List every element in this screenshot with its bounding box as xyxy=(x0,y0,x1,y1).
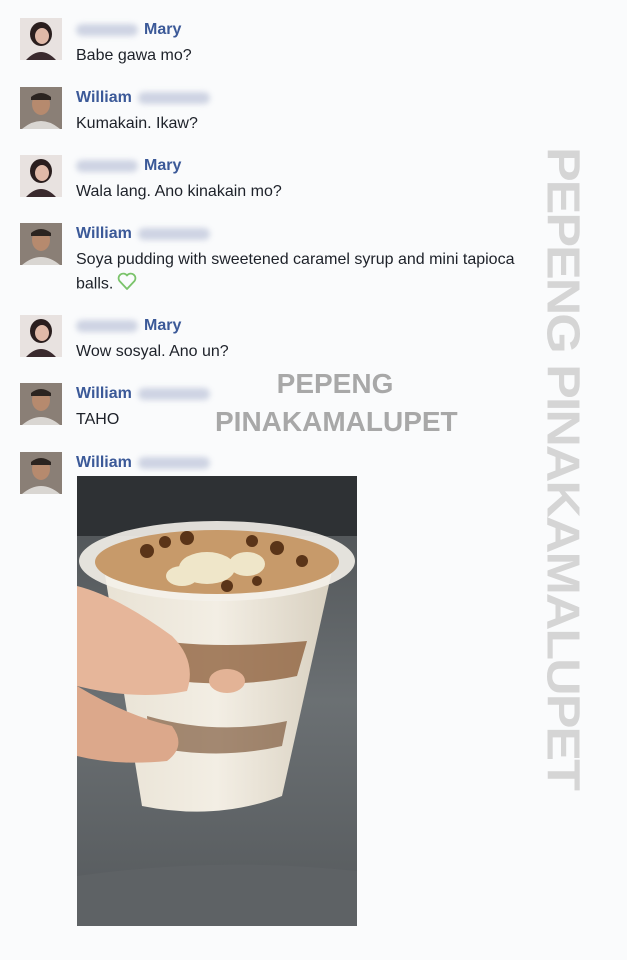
avatar-mary[interactable] xyxy=(20,155,62,197)
taho-photo[interactable] xyxy=(77,476,357,926)
message-text: Babe gawa mo? xyxy=(76,47,192,64)
watermark-center: PEPENG PINAKAMALUPET xyxy=(215,365,458,441)
blurred-name xyxy=(137,227,210,240)
sender-name[interactable]: Mary xyxy=(76,316,181,336)
avatar-william[interactable] xyxy=(20,87,62,129)
avatar-william[interactable] xyxy=(20,223,62,265)
message-text: Wow sosyal. Ano un? xyxy=(76,343,229,360)
sender-name[interactable]: Mary xyxy=(76,156,181,176)
message-text-content: Soya pudding with sweetened caramel syru… xyxy=(76,251,515,293)
avatar-william[interactable] xyxy=(20,452,62,494)
avatar-mary[interactable] xyxy=(20,18,62,60)
blurred-name xyxy=(76,159,138,172)
sender-name[interactable]: William xyxy=(76,453,210,473)
message-text: Kumakain. Ikaw? xyxy=(76,115,198,132)
blurred-name xyxy=(76,319,138,332)
avatar-mary[interactable] xyxy=(20,315,62,357)
sender-name[interactable]: William xyxy=(76,88,210,108)
sender-name[interactable]: William xyxy=(76,384,210,404)
blurred-name xyxy=(137,91,210,104)
watermark-line-2: PINAKAMALUPET xyxy=(215,406,458,437)
watermark-vertical-text: PEPENG PINAKAMALUPET xyxy=(536,147,590,789)
blurred-name xyxy=(76,23,138,36)
watermark-line-1: PEPENG xyxy=(276,368,394,399)
watermark-vertical: PEPENG PINAKAMALUPET xyxy=(533,118,593,818)
avatar-william[interactable] xyxy=(20,383,62,425)
sender-name[interactable]: William xyxy=(76,224,210,244)
blurred-name xyxy=(137,387,210,400)
message-text: Soya pudding with sweetened caramel syru… xyxy=(76,249,516,298)
sender-name[interactable]: Mary xyxy=(76,20,181,40)
blurred-name xyxy=(137,456,210,469)
message-text: Wala lang. Ano kinakain mo? xyxy=(76,183,282,200)
green-heart-icon xyxy=(117,271,137,298)
